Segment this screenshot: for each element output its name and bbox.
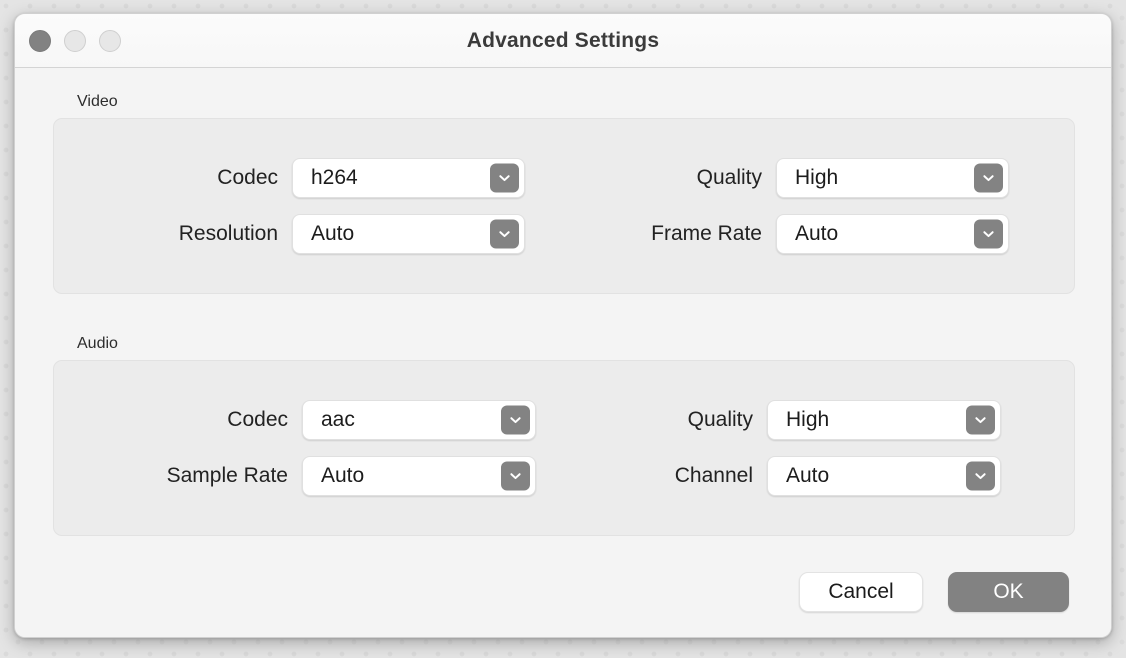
dropdown-video-codec[interactable]: h264 xyxy=(292,158,525,198)
chevron-down-icon[interactable] xyxy=(490,220,519,249)
section-video: Video Codec h264 xyxy=(53,92,1075,294)
dropdown-audio-channel[interactable]: Auto xyxy=(767,456,1001,496)
field-video-quality: Quality High xyxy=(601,158,1009,198)
field-audio-codec: Codec aac xyxy=(54,400,536,440)
chevron-down-icon[interactable] xyxy=(490,164,519,193)
dialog-body: Video Codec h264 xyxy=(15,68,1111,638)
field-video-frame-rate: Frame Rate Auto xyxy=(601,214,1009,254)
chevron-down-icon[interactable] xyxy=(974,164,1003,193)
dropdown-value-video-quality: High xyxy=(777,166,838,190)
label-audio-codec: Codec xyxy=(54,408,302,432)
dropdown-audio-quality[interactable]: High xyxy=(767,400,1001,440)
dropdown-video-quality[interactable]: High xyxy=(776,158,1009,198)
window-title: Advanced Settings xyxy=(15,14,1111,68)
form-row-audio-1: Codec aac xyxy=(54,392,1074,448)
field-video-resolution: Resolution Auto xyxy=(54,214,525,254)
chevron-down-icon[interactable] xyxy=(501,406,530,435)
window-titlebar: Advanced Settings xyxy=(15,14,1111,68)
dropdown-video-resolution[interactable]: Auto xyxy=(292,214,525,254)
dropdown-value-audio-codec: aac xyxy=(303,408,355,432)
section-box-audio: Codec aac xyxy=(53,360,1075,536)
dropdown-value-audio-sample-rate: Auto xyxy=(303,464,364,488)
chevron-down-icon[interactable] xyxy=(501,462,530,491)
dropdown-audio-codec[interactable]: aac xyxy=(302,400,536,440)
field-audio-sample-rate: Sample Rate Auto xyxy=(54,456,536,496)
label-audio-sample-rate: Sample Rate xyxy=(54,464,302,488)
dialog-footer: Cancel OK xyxy=(799,572,1069,612)
label-audio-quality: Quality xyxy=(606,408,767,432)
section-title-video: Video xyxy=(77,92,1075,112)
dropdown-value-video-frame-rate: Auto xyxy=(777,222,838,246)
chevron-down-icon[interactable] xyxy=(966,462,995,491)
section-title-audio: Audio xyxy=(77,334,1075,354)
label-audio-channel: Channel xyxy=(606,464,767,488)
chevron-down-icon[interactable] xyxy=(974,220,1003,249)
label-video-resolution: Resolution xyxy=(54,222,292,246)
dropdown-value-audio-quality: High xyxy=(768,408,829,432)
form-row-video-1: Codec h264 xyxy=(54,150,1074,206)
cancel-button[interactable]: Cancel xyxy=(799,572,923,612)
field-audio-channel: Channel Auto xyxy=(606,456,1001,496)
dropdown-value-audio-channel: Auto xyxy=(768,464,829,488)
label-video-frame-rate: Frame Rate xyxy=(601,222,776,246)
dropdown-value-video-codec: h264 xyxy=(293,166,358,190)
field-video-codec: Codec h264 xyxy=(54,158,525,198)
form-row-video-2: Resolution Auto xyxy=(54,206,1074,262)
section-box-video: Codec h264 xyxy=(53,118,1075,294)
desktop-background: Advanced Settings Video Codec h264 xyxy=(0,0,1126,658)
form-row-audio-2: Sample Rate Auto xyxy=(54,448,1074,504)
field-audio-quality: Quality High xyxy=(606,400,1001,440)
dropdown-audio-sample-rate[interactable]: Auto xyxy=(302,456,536,496)
section-audio: Audio Codec aac xyxy=(53,334,1075,536)
label-video-quality: Quality xyxy=(601,166,776,190)
dropdown-value-video-resolution: Auto xyxy=(293,222,354,246)
chevron-down-icon[interactable] xyxy=(966,406,995,435)
label-video-codec: Codec xyxy=(54,166,292,190)
ok-button[interactable]: OK xyxy=(948,572,1069,612)
advanced-settings-window: Advanced Settings Video Codec h264 xyxy=(14,13,1112,638)
dropdown-video-frame-rate[interactable]: Auto xyxy=(776,214,1009,254)
